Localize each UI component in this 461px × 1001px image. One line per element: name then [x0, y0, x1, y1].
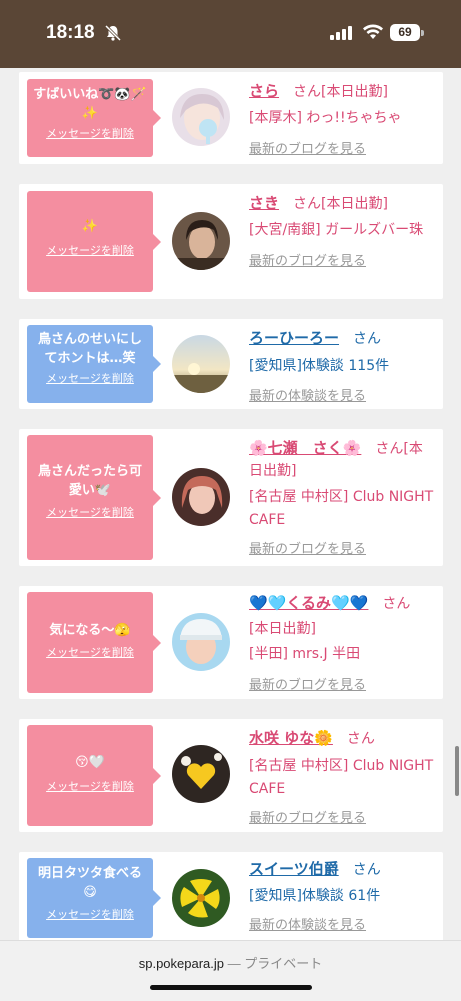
message-bubble: 鳥さんのせいにしてホントは…笑 メッセージを削除	[27, 325, 161, 403]
message-text: 鳥さんだったら可愛い🕊️	[37, 464, 142, 498]
delete-message-link[interactable]: メッセージを削除	[27, 125, 153, 141]
scrollbar-thumb[interactable]	[455, 746, 459, 796]
profile-info: 🌸七瀬 さく🌸 さん[本日出勤] [名古屋 中村区] Club NIGHT CA…	[249, 437, 435, 560]
profile-name-link[interactable]: 水咲 ゆな🌼	[249, 729, 333, 747]
message-card: 鳥さんのせいにしてホントは…笑 メッセージを削除 ろーひーろー さん [愛知県]…	[19, 319, 443, 409]
signal-icon	[330, 26, 352, 40]
profile-name-link[interactable]: 🌸七瀬 さく🌸	[249, 439, 361, 457]
honorific: さん	[382, 596, 411, 612]
message-bubble: すばいいね➰🐼🪄✨ メッセージを削除	[27, 79, 161, 157]
latest-blog-link[interactable]: 最新のブログを見る	[249, 676, 435, 696]
profile-info: 水咲 ゆな🌼 さん [名古屋 中村区] Club NIGHT CAFE 最新のブ…	[249, 727, 435, 829]
avatar[interactable]	[172, 869, 230, 927]
message-card: すばいいね➰🐼🪄✨ メッセージを削除 さら さん[本日出勤] [本厚木] わっ!…	[19, 72, 443, 164]
shop-info: [大宮/南銀] ガールズバー珠	[249, 222, 424, 238]
latest-blog-link[interactable]: 最新のブログを見る	[249, 809, 435, 829]
delete-message-link[interactable]: メッセージを削除	[27, 906, 153, 922]
latest-review-link[interactable]: 最新の体験談を見る	[249, 387, 435, 407]
status-time: 18:18	[46, 22, 95, 43]
shop-info: [半田] mrs.J 半田	[249, 646, 361, 662]
profile-info: ろーひーろー さん [愛知県]体験談 115件 最新の体験談を見る	[249, 327, 435, 407]
private-mode-label: — プライベート	[227, 956, 323, 971]
delete-message-link[interactable]: メッセージを削除	[27, 504, 153, 520]
avatar[interactable]	[172, 335, 230, 393]
profile-name-link[interactable]: スイーツ伯爵	[249, 860, 339, 878]
attendance-status: [本日出勤]	[321, 84, 388, 100]
domain-text: sp.pokepara.jp	[138, 956, 225, 971]
battery-indicator: 69	[390, 24, 420, 41]
honorific: さん	[346, 731, 375, 747]
message-bubble: ✨ メッセージを削除	[27, 191, 161, 292]
review-count: [愛知県]体験談 115件	[249, 358, 390, 374]
message-feed[interactable]: すばいいね➰🐼🪄✨ メッセージを削除 さら さん[本日出勤] [本厚木] わっ!…	[0, 68, 461, 940]
delete-message-link[interactable]: メッセージを削除	[27, 370, 153, 386]
latest-blog-link[interactable]: 最新のブログを見る	[249, 540, 435, 560]
honorific: さん	[353, 331, 382, 347]
message-bubble: 😚🤍 メッセージを削除	[27, 725, 161, 826]
review-count: [愛知県]体験談 61件	[249, 888, 381, 904]
shop-info: [名古屋 中村区] Club NIGHT CAFE	[249, 489, 434, 528]
message-bubble: 気になる〜🫣 メッセージを削除	[27, 592, 161, 693]
message-card: ✨ メッセージを削除 さき さん[本日出勤] [大宮/南銀] ガールズバー珠 最…	[19, 184, 443, 299]
shop-info: [名古屋 中村区] Club NIGHT CAFE	[249, 758, 434, 797]
profile-name-link[interactable]: 💙🩵くるみ🩵💙	[249, 594, 368, 612]
avatar[interactable]	[172, 745, 230, 803]
profile-info: さき さん[本日出勤] [大宮/南銀] ガールズバー珠 最新のブログを見る	[249, 192, 435, 272]
honorific: さん	[293, 196, 322, 212]
message-text: 気になる〜🫣	[49, 623, 131, 638]
delete-message-link[interactable]: メッセージを削除	[27, 778, 153, 794]
message-card: 明日タツタ食べる😋 メッセージを削除 スイーツ伯爵 さん [愛知県]体験談 61…	[19, 852, 443, 940]
profile-name-link[interactable]: さき	[249, 194, 279, 212]
message-bubble: 鳥さんだったら可愛い🕊️ メッセージを削除	[27, 435, 161, 560]
message-text: 鳥さんのせいにしてホントは…笑	[37, 332, 142, 366]
profile-name-link[interactable]: さら	[249, 82, 279, 100]
home-indicator[interactable]	[150, 985, 312, 990]
status-bar: 18:18 69	[0, 0, 461, 68]
latest-review-link[interactable]: 最新の体験談を見る	[249, 916, 435, 936]
latest-blog-link[interactable]: 最新のブログを見る	[249, 140, 435, 160]
profile-info: さら さん[本日出勤] [本厚木] わっ!!ちゃちゃ 最新のブログを見る	[249, 80, 435, 160]
honorific: さん	[375, 441, 404, 457]
message-text: 明日タツタ食べる😋	[37, 866, 142, 900]
attendance-status: [本日出勤]	[321, 196, 388, 212]
bell-muted-icon	[104, 24, 122, 42]
avatar[interactable]	[172, 212, 230, 270]
message-card: 気になる〜🫣 メッセージを削除 💙🩵くるみ🩵💙 さん [本日出勤] [半田] m…	[19, 586, 443, 699]
profile-name-link[interactable]: ろーひーろー	[249, 329, 339, 347]
avatar[interactable]	[172, 613, 230, 671]
browser-address-bar[interactable]: sp.pokepara.jp — プライベート	[0, 940, 461, 1001]
honorific: さん	[352, 862, 381, 878]
message-bubble: 明日タツタ食べる😋 メッセージを削除	[27, 858, 161, 938]
url-display[interactable]: sp.pokepara.jp — プライベート	[0, 953, 461, 972]
latest-blog-link[interactable]: 最新のブログを見る	[249, 252, 435, 272]
delete-message-link[interactable]: メッセージを削除	[27, 242, 153, 258]
shop-info: [本厚木] わっ!!ちゃちゃ	[249, 110, 402, 126]
message-text: ✨	[81, 219, 99, 234]
wifi-icon	[363, 24, 383, 39]
avatar[interactable]	[172, 468, 230, 526]
message-text: すばいいね➰🐼🪄✨	[33, 87, 147, 121]
message-card: 😚🤍 メッセージを削除 水咲 ゆな🌼 さん [名古屋 中村区] Club NIG…	[19, 719, 443, 832]
battery-tip	[421, 30, 424, 36]
avatar[interactable]	[172, 88, 230, 146]
honorific: さん	[293, 84, 322, 100]
profile-info: 💙🩵くるみ🩵💙 さん [本日出勤] [半田] mrs.J 半田 最新のブログを見…	[249, 592, 435, 696]
attendance-status: [本日出勤]	[249, 621, 316, 637]
delete-message-link[interactable]: メッセージを削除	[27, 644, 153, 660]
message-card: 鳥さんだったら可愛い🕊️ メッセージを削除 🌸七瀬 さく🌸 さん[本日出勤] […	[19, 429, 443, 566]
message-text: 😚🤍	[75, 755, 105, 770]
profile-info: スイーツ伯爵 さん [愛知県]体験談 61件 最新の体験談を見る	[249, 858, 435, 936]
